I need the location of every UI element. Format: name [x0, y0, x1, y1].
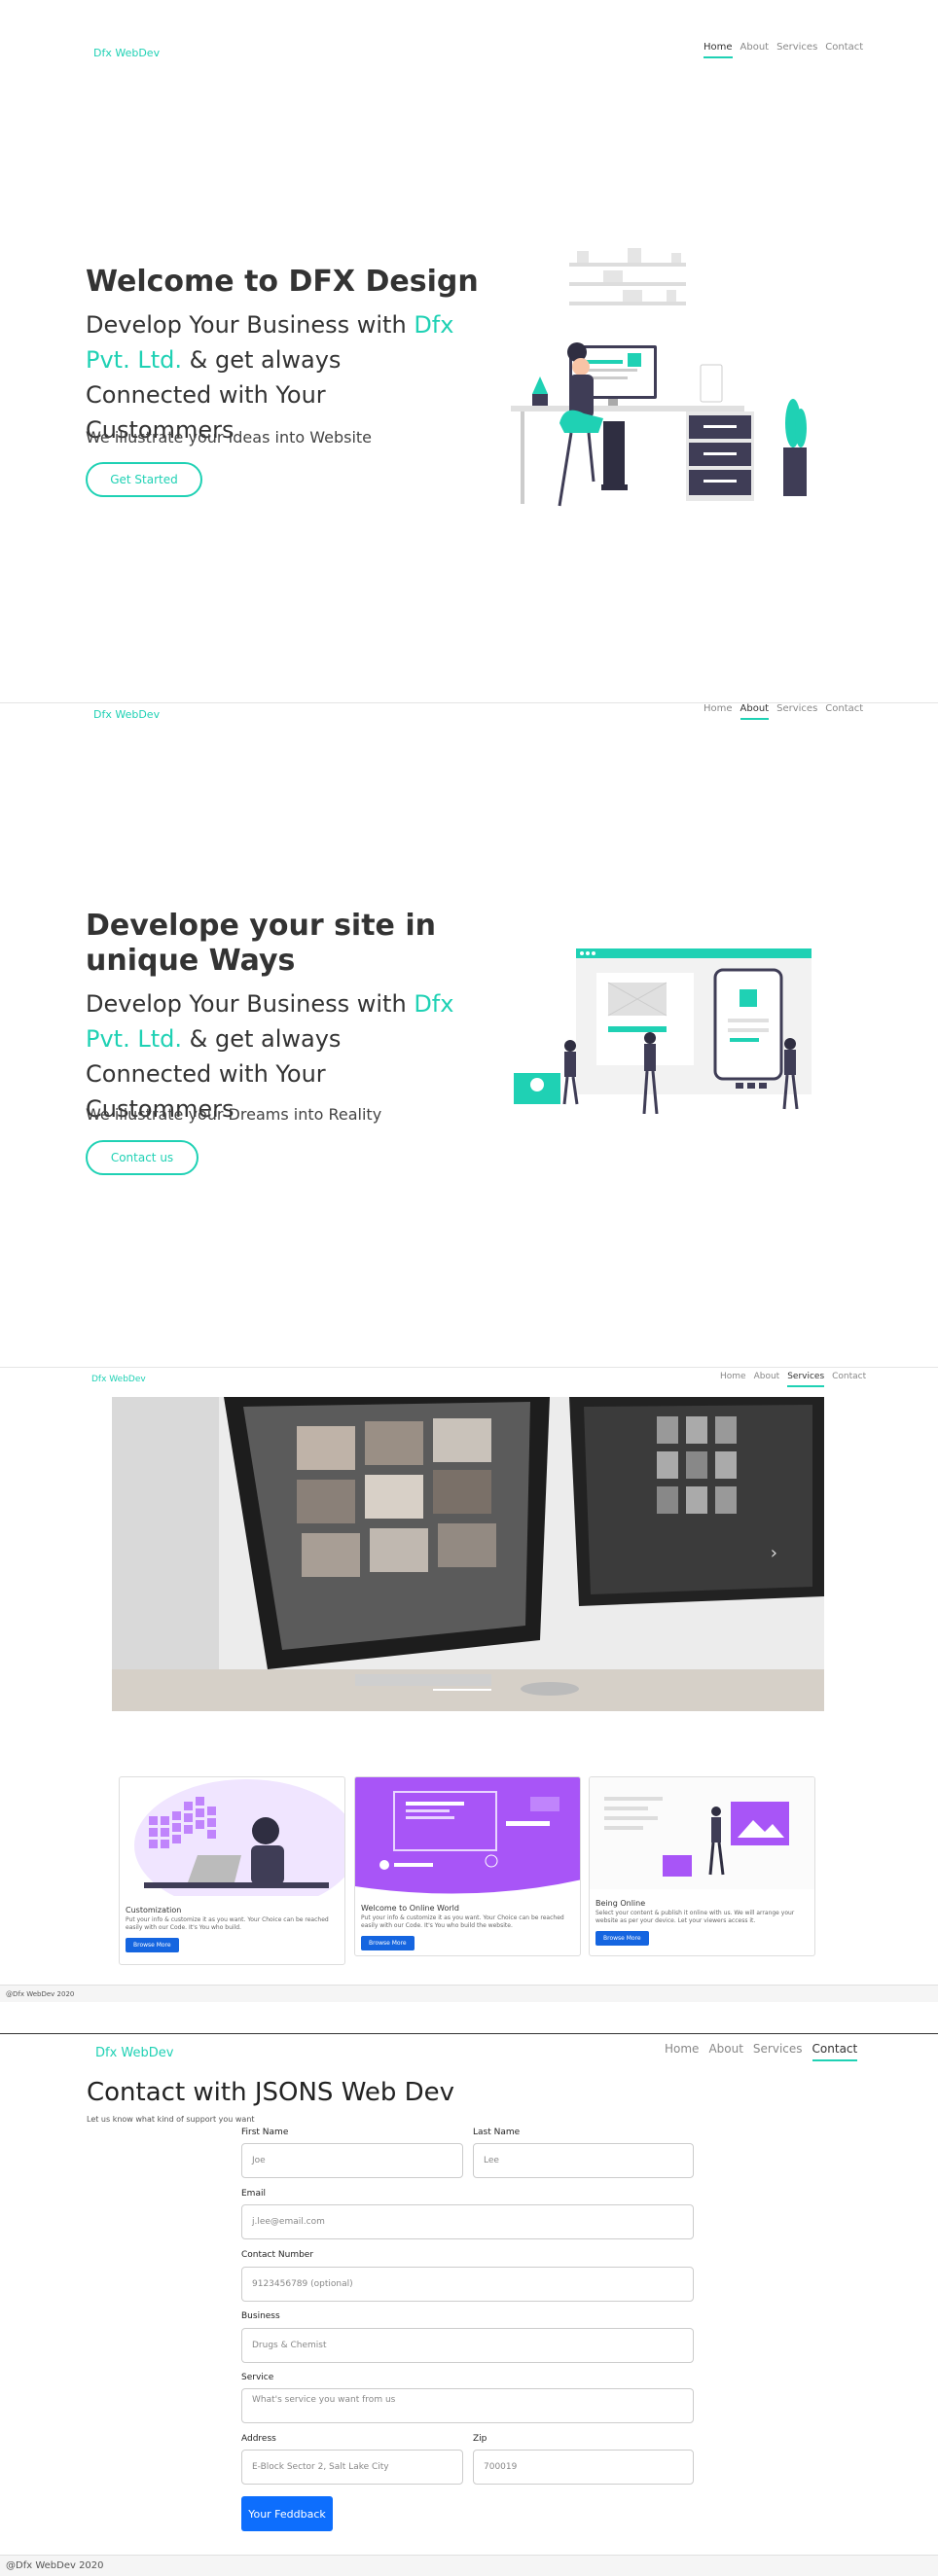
phone-label: Contact Number	[241, 2250, 314, 2260]
brand-logo[interactable]: Dfx WebDev	[95, 2046, 173, 2060]
service-card: Customization Put your info & customize …	[119, 1776, 345, 1965]
hero-subtitle: Develop Your Business with Dfx Pvt. Ltd.…	[86, 311, 454, 444]
brand-logo[interactable]: Dfx WebDev	[93, 708, 160, 721]
nav-services[interactable]: Services	[753, 2042, 803, 2061]
business-label: Business	[241, 2311, 280, 2321]
nav-about[interactable]: About	[740, 703, 769, 720]
card-text: Put your info & customize it as you want…	[361, 1914, 564, 1929]
divider	[0, 1367, 938, 1368]
nav-about[interactable]: About	[740, 42, 770, 58]
hero-tagline: We illustrate your Ideas into Website	[86, 428, 373, 447]
nav-home[interactable]: Home	[704, 42, 733, 58]
card-text: Select your content & publish it online …	[595, 1910, 795, 1924]
email-input[interactable]: j.lee@email.com	[241, 2204, 694, 2239]
nav-bar: Home About Services Contact	[665, 2042, 857, 2061]
nav-services[interactable]: Services	[787, 1372, 824, 1387]
contact-us-button[interactable]: Contact us	[86, 1140, 198, 1175]
hero-title: Welcome to DFX Design	[86, 265, 479, 299]
hero-title: Develope your site in unique Ways	[86, 909, 436, 978]
zip-label: Zip	[473, 2434, 487, 2444]
nav-home[interactable]: Home	[720, 1372, 746, 1387]
online-world-illustration	[355, 1777, 580, 1894]
last-name-input[interactable]: Lee	[473, 2143, 694, 2178]
carousel-next-icon[interactable]: ›	[771, 1543, 777, 1563]
email-label: Email	[241, 2189, 266, 2199]
card-title: Customization	[126, 1906, 182, 1914]
brand-logo[interactable]: Dfx WebDev	[93, 47, 160, 59]
last-name-label: Last Name	[473, 2128, 521, 2137]
nav-about[interactable]: About	[708, 2042, 742, 2061]
card-text: Put your info & customize it as you want…	[126, 1916, 329, 1931]
desk-monitors-photo	[112, 1397, 824, 1711]
footer: @Dfx WebDev 2020	[0, 2555, 938, 2576]
nav-contact[interactable]: Contact	[832, 1372, 866, 1387]
nav-services[interactable]: Services	[776, 42, 817, 58]
nav-bar: Home About Services Contact	[720, 1372, 866, 1387]
service-textarea[interactable]: What's service you want from us	[241, 2388, 694, 2423]
feedback-submit-button[interactable]: Your Feddback	[241, 2496, 333, 2531]
contact-title: Contact with JSONS Web Dev	[87, 2078, 455, 2107]
hero-tagline: We illustrate your Dreams into Reality	[86, 1105, 382, 1124]
first-name-input[interactable]: Joe	[241, 2143, 463, 2178]
being-online-illustration	[590, 1777, 814, 1889]
first-name-label: First Name	[241, 2128, 289, 2137]
address-label: Address	[241, 2434, 276, 2444]
brand-logo[interactable]: Dfx WebDev	[91, 1375, 146, 1384]
business-input[interactable]: Drugs & Chemist	[241, 2328, 694, 2363]
service-card: Welcome to Online World Put your info & …	[354, 1776, 581, 1956]
hero-carousel[interactable]: ›	[112, 1397, 824, 1711]
get-started-button[interactable]: Get Started	[86, 462, 202, 497]
browse-more-button[interactable]: Browse More	[361, 1936, 415, 1950]
nav-contact[interactable]: Contact	[825, 42, 863, 58]
address-input[interactable]: E-Block Sector 2, Salt Lake City	[241, 2450, 463, 2485]
card-title: Welcome to Online World	[361, 1904, 459, 1913]
nav-contact[interactable]: Contact	[812, 2042, 857, 2061]
nav-bar: Home About Services Contact	[704, 42, 863, 58]
browse-more-button[interactable]: Browse More	[126, 1938, 179, 1952]
nav-services[interactable]: Services	[776, 703, 817, 720]
nav-home[interactable]: Home	[704, 703, 733, 720]
footer: @Dfx WebDev 2020	[0, 1985, 938, 2002]
nav-contact[interactable]: Contact	[825, 703, 863, 720]
nav-bar: Home About Services Contact	[704, 703, 863, 720]
web-design-illustration	[514, 948, 812, 1114]
nav-about[interactable]: About	[754, 1372, 780, 1387]
service-label: Service	[241, 2373, 274, 2382]
contact-subtitle: Let us know what kind of support you wan…	[87, 2115, 255, 2124]
phone-input[interactable]: 9123456789 (optional)	[241, 2267, 694, 2302]
browse-more-button[interactable]: Browse More	[595, 1931, 649, 1946]
carousel-indicator[interactable]	[433, 1689, 491, 1691]
zip-input[interactable]: 700019	[473, 2450, 694, 2485]
customization-illustration	[134, 1779, 344, 1912]
workspace-illustration	[511, 248, 807, 507]
card-title: Being Online	[595, 1899, 646, 1908]
divider	[0, 2033, 938, 2034]
nav-home[interactable]: Home	[665, 2042, 699, 2061]
service-card: Being Online Select your content & publi…	[589, 1776, 815, 1956]
